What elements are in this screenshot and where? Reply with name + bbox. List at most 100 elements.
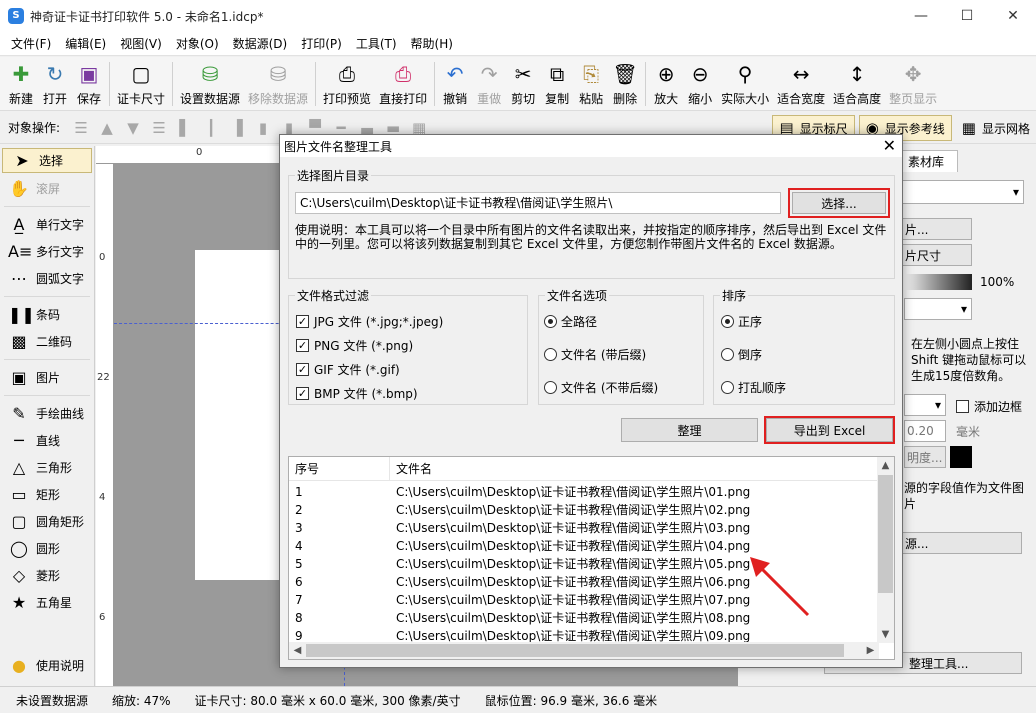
tab-material-library[interactable]: 素材库 — [894, 150, 958, 172]
datasource-button[interactable]: 源... — [888, 532, 1022, 554]
tool-help[interactable]: ● 使用说明 — [0, 650, 94, 680]
tool-barcode[interactable]: ❚❚ 条码 — [0, 301, 94, 328]
sort-shuffle-radio[interactable]: 打乱顺序 — [721, 379, 786, 396]
redo-button[interactable]: ↷ 重做 — [472, 57, 506, 109]
tool-select[interactable]: ➤ 选择 — [2, 148, 92, 173]
tool-triangle[interactable]: △ 三角形 — [0, 454, 94, 481]
tool-freehand[interactable]: ✎ 手绘曲线 — [0, 400, 94, 427]
align-right-icon[interactable]: ▐ — [226, 117, 248, 139]
opacity-slider[interactable] — [904, 274, 972, 290]
layer-top-icon[interactable]: ▲ — [96, 117, 118, 139]
menu-help[interactable]: 帮助(H) — [404, 32, 460, 56]
menu-file[interactable]: 文件(F) — [4, 32, 58, 56]
color-swatch[interactable] — [950, 446, 972, 468]
column-header-filename[interactable]: 文件名 — [390, 457, 432, 480]
sort-asc-radio[interactable]: 正序 — [721, 313, 762, 330]
border-style-dropdown[interactable]: ▾ — [904, 394, 946, 416]
tool-diamond[interactable]: ◇ 菱形 — [0, 562, 94, 589]
option-no-ext-radio[interactable]: 文件名 (不带后缀) — [544, 379, 658, 396]
layer-bottom-icon[interactable]: ☰ — [148, 117, 170, 139]
list-item[interactable]: 1 C:\Users\cuilm\Desktop\证卡证书教程\借阅证\学生照片\… — [289, 483, 879, 501]
sort-desc-radio[interactable]: 倒序 — [721, 346, 762, 363]
new-button[interactable]: ✚ 新建 — [4, 57, 38, 109]
show-grid-toggle[interactable]: ▦ 显示网格 — [956, 115, 1036, 141]
minimize-button[interactable]: — — [898, 0, 944, 32]
vertical-scrollbar[interactable]: ▲ ▼ — [877, 457, 894, 643]
add-border-checkbox[interactable]: 添加边框 — [956, 398, 1022, 415]
toolbar-separator — [434, 62, 436, 106]
menu-datasource[interactable]: 数据源(D) — [226, 32, 295, 56]
filter-png-checkbox[interactable]: ✓ PNG 文件 (*.png) — [296, 337, 413, 354]
align-left-icon[interactable]: ▌ — [174, 117, 196, 139]
menu-bar: 文件(F) 编辑(E) 视图(V) 对象(O) 数据源(D) 打印(P) 工具(… — [0, 32, 1036, 56]
zoom-in-button[interactable]: ⊕ 放大 — [649, 57, 683, 109]
tool-scroll[interactable]: ✋ 滚屏 — [0, 175, 94, 202]
filter-gif-checkbox[interactable]: ✓ GIF 文件 (*.gif) — [296, 361, 400, 378]
transparency-button[interactable]: 明度... — [904, 446, 946, 468]
maximize-button[interactable]: ☐ — [944, 0, 990, 32]
close-icon[interactable]: ✕ — [883, 136, 896, 155]
list-item[interactable]: 3 C:\Users\cuilm\Desktop\证卡证书教程\借阅证\学生照片\… — [289, 519, 879, 537]
property-dropdown[interactable]: ▾ — [888, 180, 1024, 204]
fit-width-button[interactable]: ↔ 适合宽度 — [773, 57, 829, 109]
actual-size-button[interactable]: ⚲ 实际大小 — [717, 57, 773, 109]
layer-up-icon[interactable]: ☰ — [70, 117, 92, 139]
copy-button[interactable]: ⧉ 复制 — [540, 57, 574, 109]
rounded-rect-icon: ▢ — [11, 512, 27, 531]
scroll-right-icon[interactable]: ▶ — [862, 642, 879, 659]
print-preview-button[interactable]: ⎙ 打印预览 — [319, 57, 375, 109]
open-button[interactable]: ↻ 打开 — [38, 57, 72, 109]
menu-object[interactable]: 对象(O) — [169, 32, 226, 56]
property-dropdown[interactable]: ▾ — [904, 298, 972, 320]
menu-print[interactable]: 打印(P) — [294, 32, 349, 56]
option-full-path-radio[interactable]: 全路径 — [544, 313, 597, 330]
field-hint-text: 源的字段值作为文件图片 — [904, 481, 1025, 511]
filter-jpg-checkbox[interactable]: ✓ JPG 文件 (*.jpg;*.jpeg) — [296, 313, 443, 330]
tool-image[interactable]: ▣ 图片 — [0, 364, 94, 391]
save-button[interactable]: ▣ 保存 — [72, 57, 106, 109]
tool-multi-text[interactable]: A≡ 多行文字 — [0, 238, 94, 265]
zoom-out-button[interactable]: ⊖ 缩小 — [683, 57, 717, 109]
open-file-icon: ↻ — [46, 62, 64, 86]
delete-button[interactable]: 🗑 删除 — [608, 57, 642, 109]
set-datasource-button[interactable]: ⛁ 设置数据源 — [176, 57, 244, 109]
tool-circle[interactable]: ◯ 圆形 — [0, 535, 94, 562]
paste-button[interactable]: ⎘ 粘贴 — [574, 57, 608, 109]
direct-print-button[interactable]: ⎙ 直接打印 — [375, 57, 431, 109]
fit-page-button[interactable]: ✥ 整页显示 — [885, 57, 941, 109]
tool-line[interactable]: ─ 直线 — [0, 427, 94, 454]
menu-edit[interactable]: 编辑(E) — [58, 32, 113, 56]
stroke-width-input[interactable]: 0.20 — [904, 420, 946, 442]
layer-down-icon[interactable]: ▼ — [122, 117, 144, 139]
undo-button[interactable]: ↶ 撤销 — [438, 57, 472, 109]
scrollbar-thumb[interactable] — [878, 475, 893, 593]
remove-datasource-button[interactable]: ⛁ 移除数据源 — [244, 57, 312, 109]
scrollbar-thumb[interactable] — [306, 644, 844, 657]
tool-arc-text[interactable]: ⋯ 圆弧文字 — [0, 265, 94, 292]
directory-path-field[interactable]: C:\Users\cuilm\Desktop\证卡证书教程\借阅证\学生照片\ — [295, 192, 781, 214]
column-header-index[interactable]: 序号 — [289, 457, 390, 480]
close-button[interactable]: ✕ — [990, 0, 1036, 32]
tool-single-text[interactable]: A̲ 单行文字 — [0, 211, 94, 238]
menu-tools[interactable]: 工具(T) — [349, 32, 404, 56]
scroll-up-icon[interactable]: ▲ — [877, 457, 894, 474]
option-with-ext-radio[interactable]: 文件名 (带后缀) — [544, 346, 646, 363]
horizontal-scrollbar[interactable]: ◀ ▶ — [289, 642, 879, 659]
scroll-down-icon[interactable]: ▼ — [877, 626, 894, 643]
fit-height-button[interactable]: ↕ 适合高度 — [829, 57, 885, 109]
tool-rectangle[interactable]: ▭ 矩形 — [0, 481, 94, 508]
scroll-left-icon[interactable]: ◀ — [289, 642, 306, 659]
cut-button[interactable]: ✂ 剪切 — [506, 57, 540, 109]
card-size-button[interactable]: ▢ 证卡尺寸 — [113, 57, 169, 109]
menu-view[interactable]: 视图(V) — [113, 32, 169, 56]
tool-qrcode[interactable]: ▩ 二维码 — [0, 328, 94, 355]
filter-bmp-checkbox[interactable]: ✓ BMP 文件 (*.bmp) — [296, 385, 418, 402]
magnifier-icon: ⚲ — [737, 62, 753, 86]
organize-button[interactable]: 整理 — [621, 418, 758, 442]
tool-rounded-rect[interactable]: ▢ 圆角矩形 — [0, 508, 94, 535]
align-center-icon[interactable]: ┃ — [200, 117, 222, 139]
zoom-in-icon: ⊕ — [657, 62, 675, 86]
distribute-h-icon[interactable]: ▮ — [252, 117, 274, 139]
tool-star[interactable]: ★ 五角星 — [0, 589, 94, 616]
list-item[interactable]: 2 C:\Users\cuilm\Desktop\证卡证书教程\借阅证\学生照片\… — [289, 501, 879, 519]
